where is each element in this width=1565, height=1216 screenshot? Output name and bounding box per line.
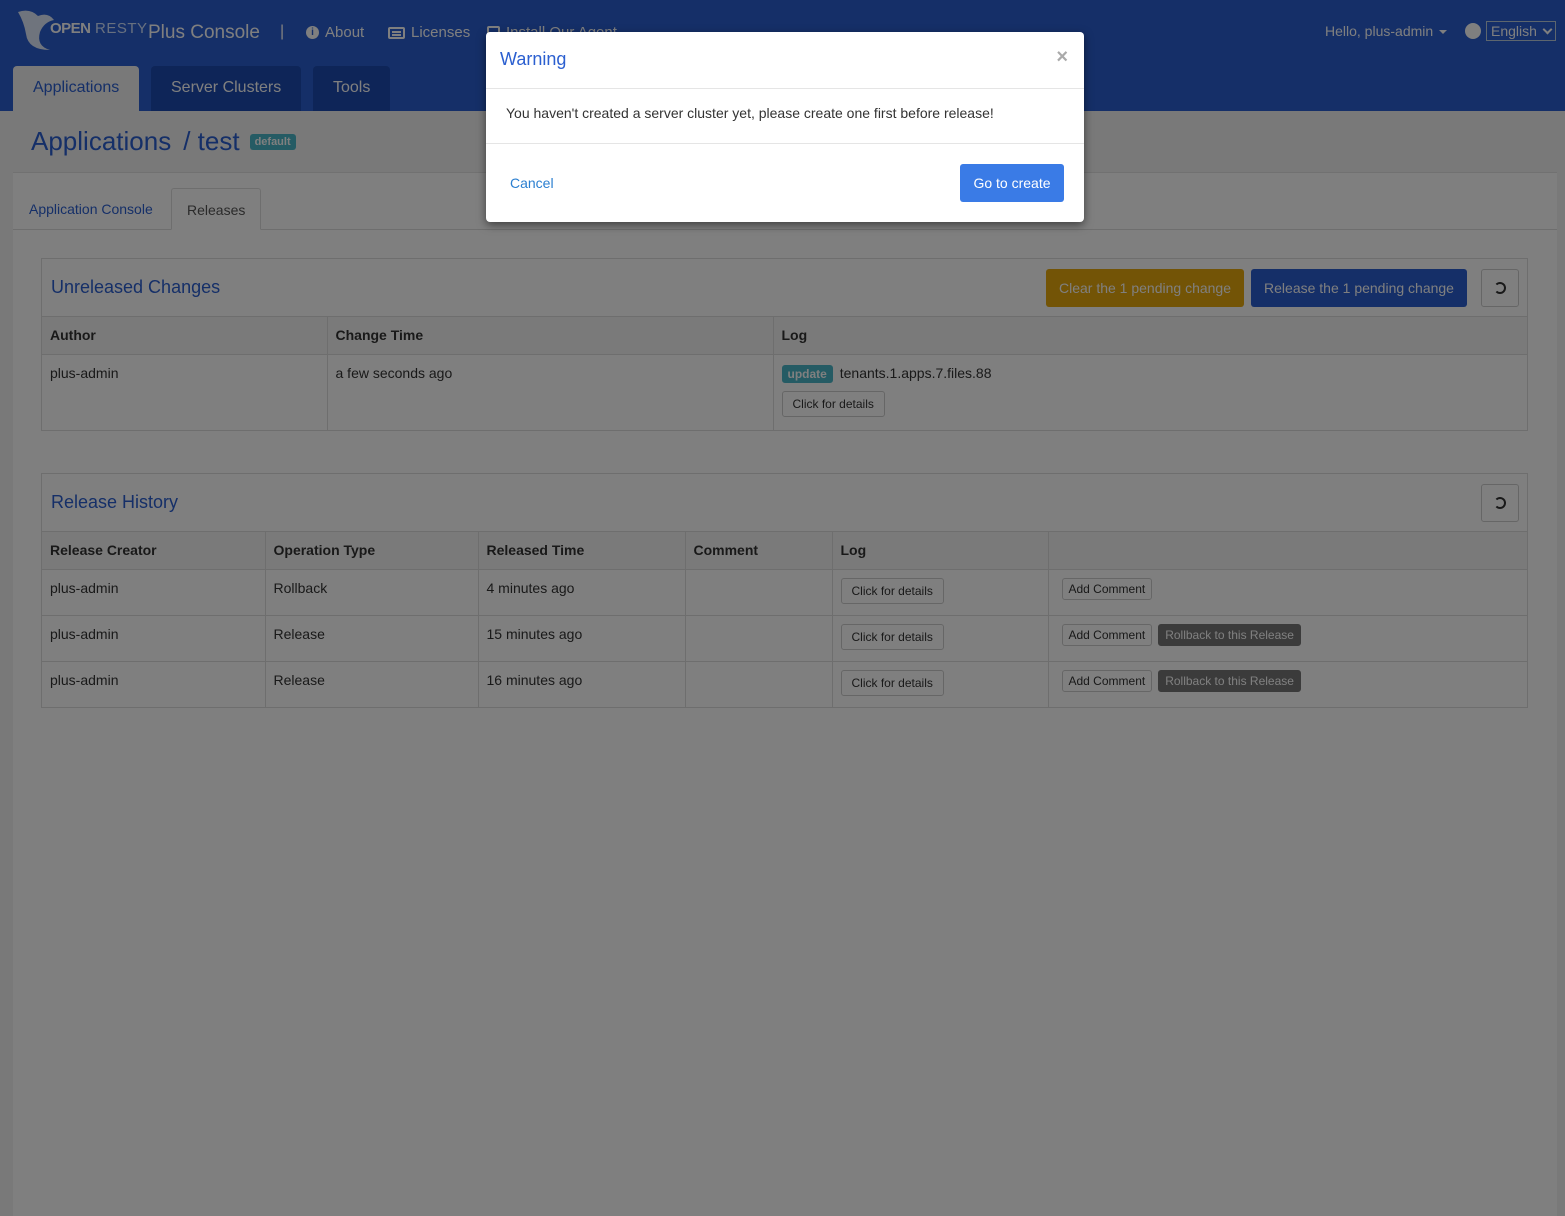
cancel-button[interactable]: Cancel xyxy=(510,175,554,191)
modal-header: Warning × xyxy=(486,32,1084,89)
modal-message: You haven't created a server cluster yet… xyxy=(486,89,1084,144)
modal-title: Warning xyxy=(500,49,567,69)
warning-modal: Warning × You haven't created a server c… xyxy=(486,32,1084,222)
go-to-create-button[interactable]: Go to create xyxy=(960,164,1064,202)
close-icon[interactable]: × xyxy=(1056,46,1068,69)
